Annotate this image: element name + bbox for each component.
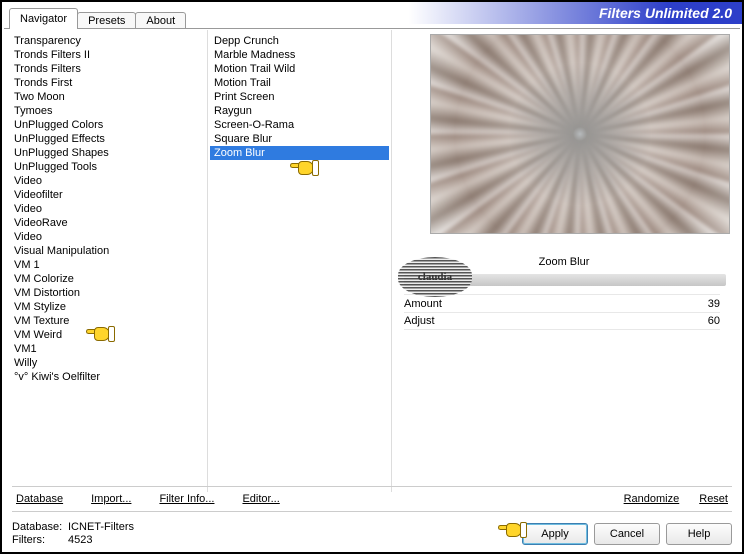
param-value: 39	[708, 298, 720, 310]
list-item[interactable]: VM Distortion	[10, 286, 205, 300]
list-item[interactable]: Tymoes	[10, 104, 205, 118]
list-item[interactable]: UnPlugged Colors	[10, 118, 205, 132]
status-info: Database: ICNET-Filters Filters: 4523	[12, 521, 134, 546]
reset-link[interactable]: Reset	[699, 493, 728, 505]
list-item[interactable]: UnPlugged Tools	[10, 160, 205, 174]
param-row[interactable]: Amount 39	[404, 294, 720, 312]
status-db-label: Database:	[12, 521, 68, 533]
link-button-bar: Database Import... Filter Info... Editor…	[12, 486, 732, 512]
parameter-panel: Amount 39 Adjust 60	[404, 294, 720, 330]
list-item[interactable]: Print Screen	[210, 90, 389, 104]
tab-navigator[interactable]: Navigator	[9, 8, 78, 29]
category-list[interactable]: TransparencyTronds Filters IITronds Filt…	[8, 30, 208, 492]
list-item[interactable]: Videofilter	[10, 188, 205, 202]
import-link[interactable]: Import...	[91, 493, 131, 505]
list-item[interactable]: VM1	[10, 342, 205, 356]
filter-list[interactable]: Depp CrunchMarble MadnessMotion Trail Wi…	[208, 30, 392, 492]
apply-button[interactable]: Apply	[522, 523, 588, 545]
list-item[interactable]: UnPlugged Shapes	[10, 146, 205, 160]
list-item[interactable]: VM Weird	[10, 328, 205, 342]
database-link[interactable]: Database	[16, 493, 63, 505]
list-item[interactable]: Two Moon	[10, 90, 205, 104]
list-item[interactable]: Transparency	[10, 34, 205, 48]
main-panel: TransparencyTronds Filters IITronds Filt…	[8, 30, 736, 492]
list-item[interactable]: Zoom Blur	[210, 146, 389, 160]
list-item[interactable]: Willy	[10, 356, 205, 370]
list-item[interactable]: VM 1	[10, 258, 205, 272]
status-bar: Database: ICNET-Filters Filters: 4523 Ap…	[12, 521, 732, 546]
list-item[interactable]: Motion Trail Wild	[210, 62, 389, 76]
help-button[interactable]: Help	[666, 523, 732, 545]
filter-column: Depp CrunchMarble MadnessMotion Trail Wi…	[208, 30, 392, 492]
tab-strip: Navigator Presets About	[4, 7, 185, 29]
list-item[interactable]: Tronds First	[10, 76, 205, 90]
status-db-value: ICNET-Filters	[68, 521, 134, 533]
filter-info-link[interactable]: Filter Info...	[159, 493, 214, 505]
param-value: 60	[708, 315, 720, 327]
status-filters-label: Filters:	[12, 534, 68, 546]
tab-underline	[4, 28, 740, 29]
list-item[interactable]: VideoRave	[10, 216, 205, 230]
list-item[interactable]: UnPlugged Effects	[10, 132, 205, 146]
editor-link[interactable]: Editor...	[242, 493, 279, 505]
randomize-link[interactable]: Randomize	[624, 493, 680, 505]
list-item[interactable]: Video	[10, 230, 205, 244]
list-item[interactable]: Depp Crunch	[210, 34, 389, 48]
tab-about[interactable]: About	[135, 12, 186, 29]
list-item[interactable]: Motion Trail	[210, 76, 389, 90]
cancel-button[interactable]: Cancel	[594, 523, 660, 545]
preview-image	[430, 34, 730, 234]
list-item[interactable]: VM Texture	[10, 314, 205, 328]
app-title: Filters Unlimited 2.0	[599, 5, 732, 21]
list-item[interactable]: Screen-O-Rama	[210, 118, 389, 132]
list-item[interactable]: Tronds Filters II	[10, 48, 205, 62]
param-row[interactable]: Adjust 60	[404, 312, 720, 330]
param-name: Amount	[404, 298, 442, 310]
list-item[interactable]: Raygun	[210, 104, 389, 118]
list-item[interactable]: VM Colorize	[10, 272, 205, 286]
watermark-badge: claudia	[398, 257, 472, 297]
list-item[interactable]: VM Stylize	[10, 300, 205, 314]
list-item[interactable]: Square Blur	[210, 132, 389, 146]
tab-presets[interactable]: Presets	[77, 12, 136, 29]
list-item[interactable]: °v° Kiwi's Oelfilter	[10, 370, 205, 384]
param-name: Adjust	[404, 315, 435, 327]
list-item[interactable]: Video	[10, 202, 205, 216]
list-item[interactable]: Marble Madness	[210, 48, 389, 62]
category-column: TransparencyTronds Filters IITronds Filt…	[8, 30, 208, 492]
status-filters-value: 4523	[68, 534, 92, 546]
list-item[interactable]: Video	[10, 174, 205, 188]
list-item[interactable]: Tronds Filters	[10, 62, 205, 76]
list-item[interactable]: Visual Manipulation	[10, 244, 205, 258]
